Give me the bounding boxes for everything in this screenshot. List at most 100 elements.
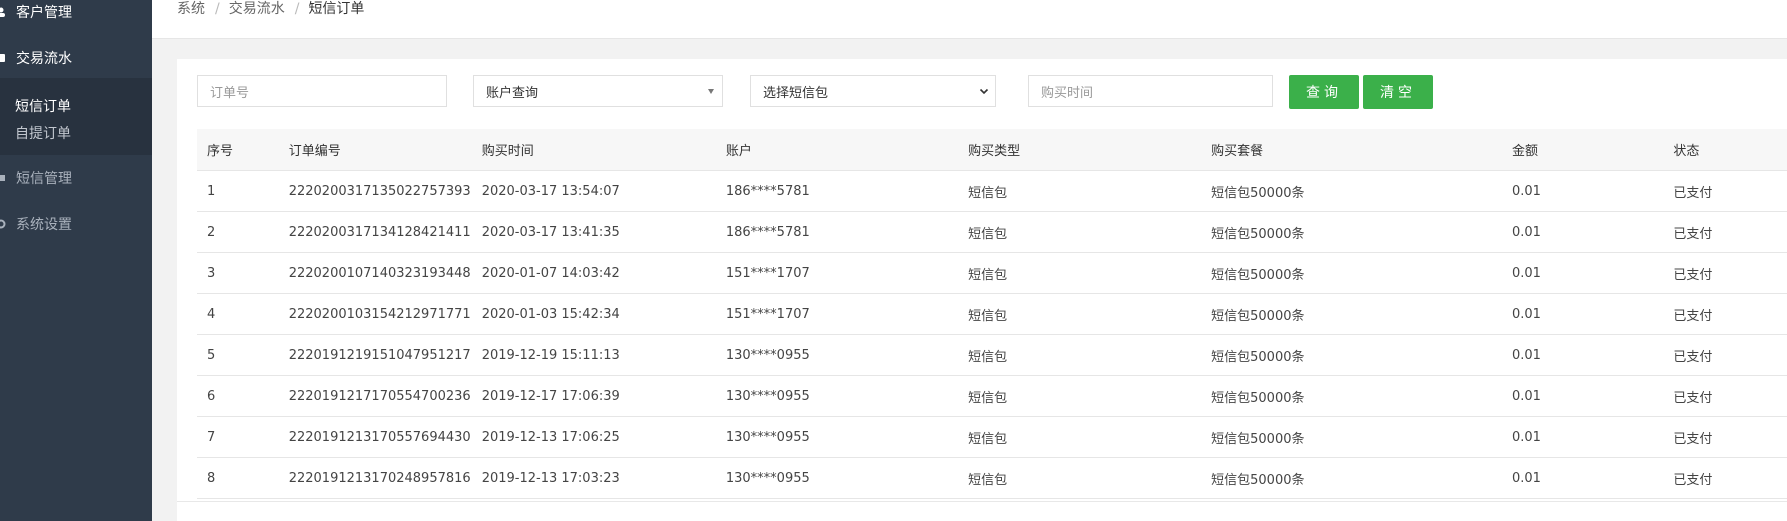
cell-account: 151****1707 <box>715 293 959 335</box>
cell-package: 短信包50000条 <box>1201 252 1502 294</box>
cell-order-no: 2220200107140323193448 <box>278 252 472 294</box>
cell-status: 已支付 <box>1663 334 1787 376</box>
cell-purchase-type: 短信包 <box>958 211 1202 253</box>
cell-order-no: 2220200103154212971771 <box>278 293 472 335</box>
purchase-time-input[interactable]: 购买时间 <box>1028 75 1273 107</box>
breadcrumb-system[interactable]: 系统 <box>177 1 205 17</box>
cell-purchase-type: 短信包 <box>958 416 1202 458</box>
cell-amount: 0.01 <box>1501 211 1664 253</box>
cell-account: 130****0955 <box>715 334 959 376</box>
cell-purchase-type: 短信包 <box>958 252 1202 294</box>
table-row[interactable]: 3 2220200107140323193448 2020-01-07 14:03:… <box>197 252 1787 294</box>
query-button[interactable]: 查询 <box>1289 75 1359 109</box>
cell-account: 186****5781 <box>715 211 959 253</box>
breadcrumb-separator: / <box>294 1 300 17</box>
cell-purchase-type: 短信包 <box>958 457 1202 499</box>
cell-status: 已支付 <box>1663 293 1787 335</box>
cell-order-no: 222020031713502275739​3 <box>278 170 472 212</box>
cell-account: 151****1707 <box>715 252 959 294</box>
cell-package: 短信包50000条 <box>1201 416 1502 458</box>
cell-amount: 0.01 <box>1501 170 1664 212</box>
nav-sms-mgmt[interactable]: 短信管理 <box>0 158 152 198</box>
cell-purchase-time: 2019-12-19 15:11:13 <box>471 334 716 376</box>
cell-purchase-type: 短信包 <box>958 293 1202 335</box>
cell-account: 130****0955 <box>715 457 959 499</box>
cell-index: 2 <box>197 211 279 253</box>
cell-order-no: 2220200317134128421411 <box>278 211 472 253</box>
message-icon <box>0 173 6 183</box>
cell-purchase-time: 2020-01-07 14:03:42 <box>471 252 716 294</box>
breadcrumb-separator: / <box>215 1 220 17</box>
cell-account: 130****0955 <box>715 375 959 417</box>
nav-system-settings-label: 系统设置 <box>16 217 72 233</box>
nav-transactions[interactable]: 交易流水 <box>0 38 152 78</box>
cell-purchase-time: 2020-03-17 13:54:07 <box>471 170 716 212</box>
nav-customer-mgmt[interactable]: 客户管理 <box>0 0 152 32</box>
cell-amount: 0.01 <box>1501 375 1664 417</box>
caret-down-icon <box>708 89 714 94</box>
account-select-value: 账户查询 <box>486 85 539 101</box>
top-bar: 系统 / 交易流水 / 短信订单 <box>152 0 1787 39</box>
account-select[interactable]: 账户查询 <box>473 75 723 107</box>
breadcrumb-current: 短信订单 <box>308 1 365 17</box>
cell-package: 短信包50000条 <box>1201 457 1502 499</box>
nav-sms-mgmt-label: 短信管理 <box>16 171 72 187</box>
cell-purchase-type: 短信包 <box>958 170 1202 212</box>
sidebar: 客户管理 交易流水 短信订单 自提订单 短信管理 系统设置 <box>0 0 152 521</box>
nav-transactions-label: 交易流水 <box>16 51 72 67</box>
cell-purchase-type: 短信包 <box>958 375 1202 417</box>
cell-purchase-type: 短信包 <box>958 334 1202 376</box>
cell-order-no: 2220191213170557694430 <box>278 416 472 458</box>
cell-account: 130****0955 <box>715 416 959 458</box>
col-header-purchase-type: 购买类型 <box>958 129 1202 171</box>
cell-purchase-time: 2019-12-17 17:06:39 <box>471 375 716 417</box>
package-select[interactable]: 选择短信包 <box>750 75 996 107</box>
cell-package: 短信包50000条 <box>1201 211 1502 253</box>
nav-system-settings[interactable]: 系统设置 <box>0 204 152 244</box>
col-header-amount: 金额 <box>1501 129 1664 171</box>
package-select-value: 选择短信包 <box>763 85 829 101</box>
orders-table: 序号 订单编号 购买时间 账户 购买类型 购买套餐 金额 状态 1 2220200… <box>197 129 1787 499</box>
cell-account: 186****5781 <box>715 170 959 212</box>
cell-purchase-time: 2019-12-13 17:06:25 <box>471 416 716 458</box>
clear-button[interactable]: 清空 <box>1363 75 1433 109</box>
nav-pickup-orders[interactable]: 自提订单 <box>15 123 71 143</box>
table-row[interactable]: 1 222020031713502275739​3 2020-03-17 13:54… <box>197 170 1787 212</box>
table-row[interactable]: 5 2220191219151047951217 2019-12-19 15:11:… <box>197 334 1787 376</box>
orders-table-body: 1 222020031713502275739​3 2020-03-17 13:54… <box>197 170 1787 499</box>
nav-sms-orders[interactable]: 短信订单 <box>15 96 71 116</box>
cell-purchase-time: 2020-03-17 13:41:35 <box>471 211 716 253</box>
cell-index: 1 <box>197 170 279 212</box>
table-row[interactable]: 8 2220191213170248957816 2019-12-13 17:03:… <box>197 457 1787 499</box>
cell-package: 短信包50000条 <box>1201 170 1502 212</box>
cell-status: 已支付 <box>1663 252 1787 294</box>
cell-status: 已支付 <box>1663 170 1787 212</box>
cell-index: 6 <box>197 375 279 417</box>
cell-status: 已支付 <box>1663 375 1787 417</box>
cell-purchase-time: 2020-01-03 15:42:34 <box>471 293 716 335</box>
col-header-purchase-time: 购买时间 <box>471 129 716 171</box>
table-row[interactable]: 7 2220191213170557694430 2019-12-13 17:06:… <box>197 416 1787 458</box>
book-icon <box>0 53 6 63</box>
chevron-down-icon <box>979 85 989 100</box>
cell-amount: 0.01 <box>1501 293 1664 335</box>
cell-status: 已支付 <box>1663 457 1787 499</box>
col-header-index: 序号 <box>197 129 279 171</box>
table-row[interactable]: 6 2220191217170554700236 2019-12-17 17:06:… <box>197 375 1787 417</box>
cell-index: 5 <box>197 334 279 376</box>
breadcrumb-transactions[interactable]: 交易流水 <box>229 1 285 17</box>
table-row[interactable]: 2 2220200317134128421411 2020-03-17 13:41:… <box>197 211 1787 253</box>
order-no-input[interactable]: 订单号 <box>197 75 447 107</box>
cell-amount: 0.01 <box>1501 457 1664 499</box>
cell-index: 3 <box>197 252 279 294</box>
col-header-order-no: 订单编号 <box>278 129 472 171</box>
col-header-status: 状态 <box>1663 129 1787 171</box>
cell-order-no: 2220191213170248957816 <box>278 457 472 499</box>
cell-order-no: 2220191219151047951217 <box>278 334 472 376</box>
cell-status: 已支付 <box>1663 416 1787 458</box>
table-row[interactable]: 4 2220200103154212971771 2020-01-03 15:42:… <box>197 293 1787 335</box>
cell-index: 4 <box>197 293 279 335</box>
col-header-account: 账户 <box>715 129 959 171</box>
order-no-placeholder: 订单号 <box>210 85 250 101</box>
cell-amount: 0.01 <box>1501 252 1664 294</box>
